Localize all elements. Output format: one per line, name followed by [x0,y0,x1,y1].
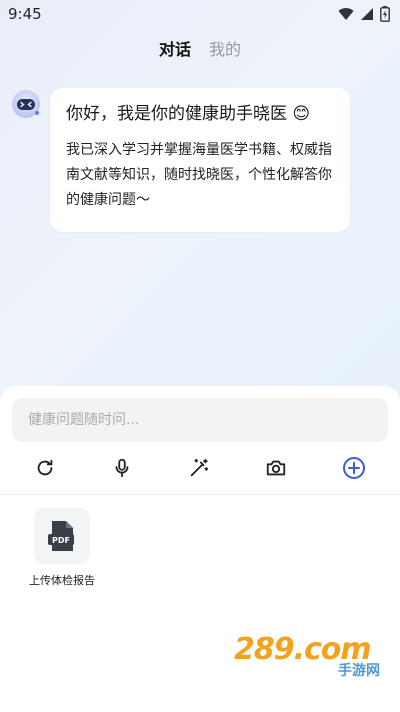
status-time: 9:45 [8,5,42,23]
watermark-sub: 手游网 [338,663,380,679]
tab-mine[interactable]: 我的 [209,36,241,60]
upload-report-label: 上传体检报告 [29,574,95,587]
composer-toolbar [0,452,400,484]
toolbar-divider [0,494,400,495]
add-circle-icon[interactable] [342,456,366,480]
battery-icon [380,6,390,22]
tab-chat[interactable]: 对话 [159,36,191,60]
top-tabs: 对话 我的 [0,36,400,60]
signal-icon [361,8,373,20]
magic-wand-icon[interactable] [187,456,211,480]
status-icons [338,6,390,22]
microphone-icon[interactable] [110,456,134,480]
pdf-file-icon[interactable]: PDF [34,508,90,564]
watermark-logo: 289.com 手游网 [234,632,384,682]
message-body: 我已深入学习并掌握海量医学书籍、权威指南文献等知识，随时找晓医，个性化解答你的健… [66,142,332,208]
refresh-icon[interactable] [33,456,57,480]
upload-report-button[interactable]: PDF 上传体检报告 [24,508,100,588]
assistant-avatar [12,90,40,118]
status-bar: 9:45 [0,0,400,28]
camera-icon[interactable] [264,456,288,480]
pdf-label: PDF [52,536,70,545]
wifi-icon [338,8,354,20]
assistant-message-bubble: 你好，我是你的健康助手晓医 😊 我已深入学习并掌握海量医学书籍、权威指南文献等知… [50,88,350,232]
question-input[interactable] [12,398,388,442]
message-greeting: 你好，我是你的健康助手晓医 😊 [66,104,311,124]
